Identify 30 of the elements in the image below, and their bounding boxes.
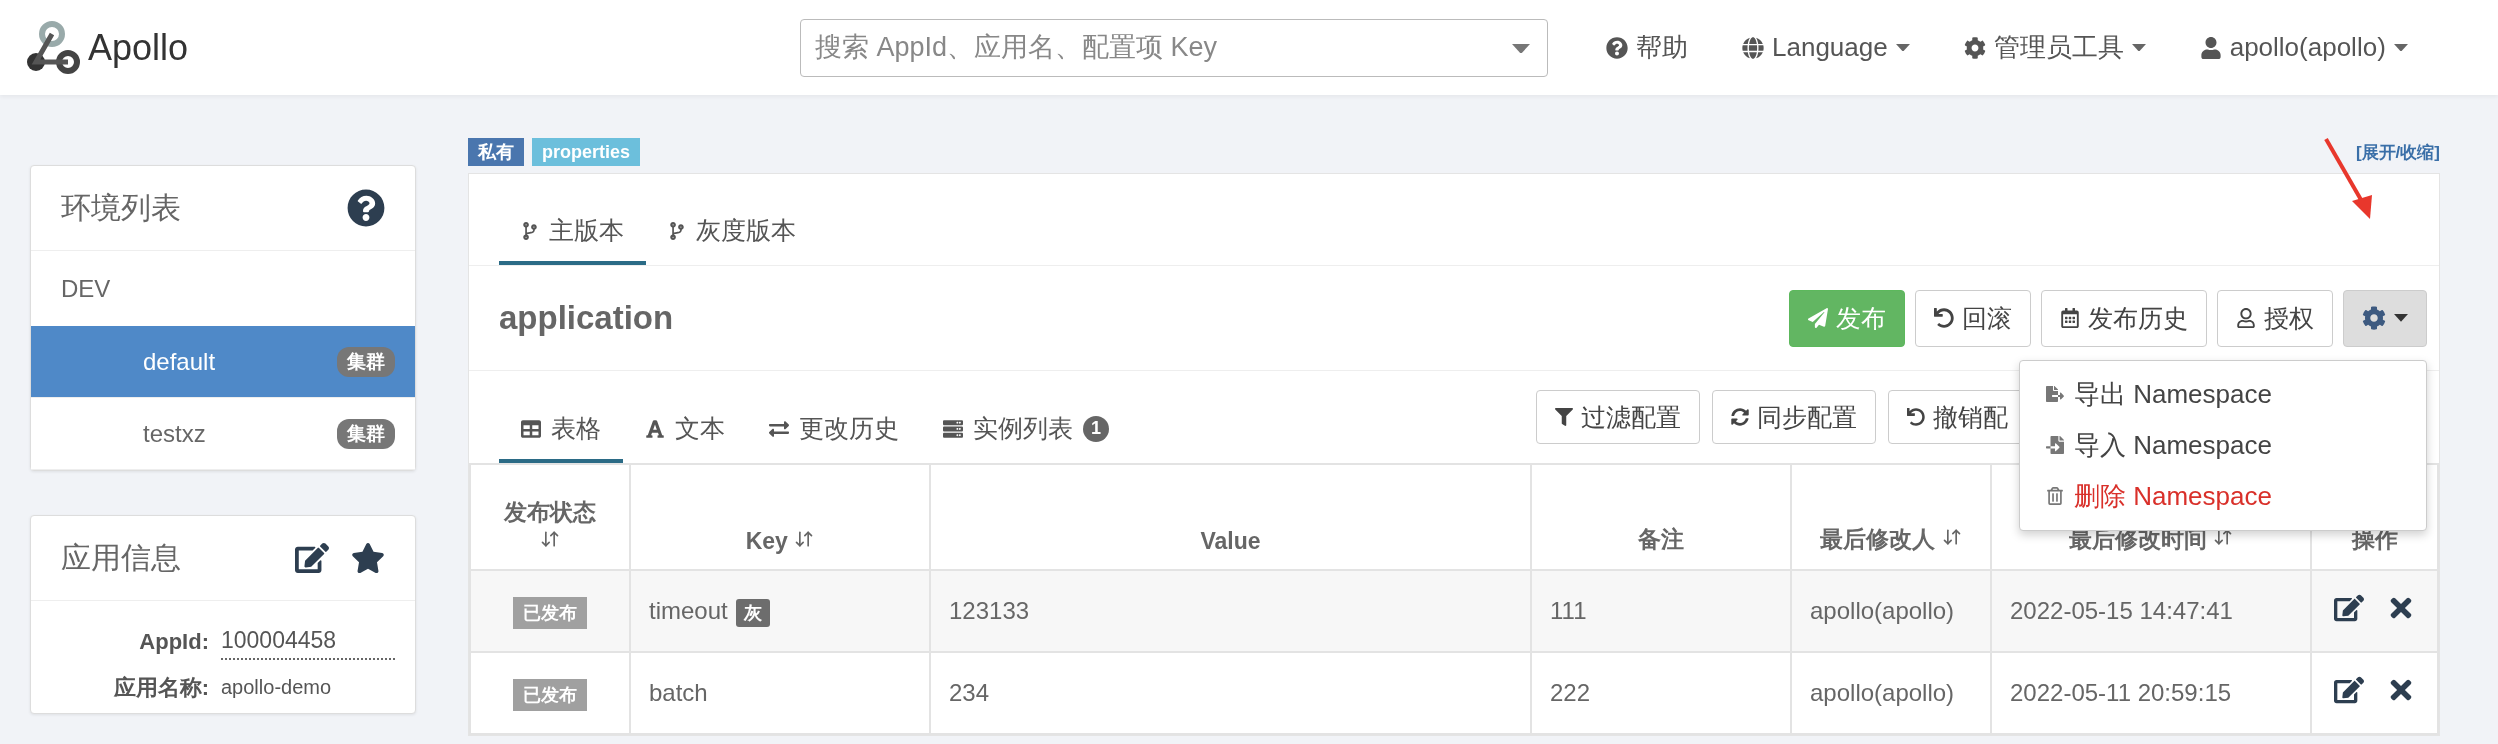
tag: properties <box>532 138 641 166</box>
cluster-badge: 集群 <box>337 346 395 377</box>
field-label: AppId: <box>138 628 210 655</box>
field-label: 应用名称: <box>112 673 210 702</box>
status-badge: 已发布 <box>513 597 587 629</box>
logo-text: Apollo <box>88 26 189 69</box>
table-cell: 234 <box>930 652 1531 734</box>
table-cell: 111 <box>1531 570 1791 652</box>
table-cell: 123133 <box>930 570 1531 652</box>
column-header: Value <box>930 464 1531 570</box>
status-badge: 已发布 <box>513 679 587 711</box>
table-cell: 2022-05-15 14:47:41 <box>1991 570 2311 652</box>
field-value: apollo-demo <box>221 675 333 700</box>
table-cell: timeout <box>649 597 728 624</box>
table-cell: apollo(apollo) <box>1791 570 1991 652</box>
tag: 私有 <box>468 138 524 166</box>
cluster-name: testxz <box>143 419 206 448</box>
table-cell: batch <box>649 679 708 706</box>
cluster-badge: 集群 <box>337 418 395 449</box>
table-cell: 222 <box>1531 652 1791 734</box>
panel-title: 环境列表 <box>61 189 181 226</box>
table-cell: 2022-05-11 20:59:15 <box>1991 652 2311 734</box>
field-value: 100004458 <box>221 623 395 660</box>
panel-title: 应用信息 <box>61 539 181 576</box>
cluster-name: default <box>143 347 216 376</box>
namespace-name: application <box>499 299 674 337</box>
env-item: DEV <box>60 273 112 304</box>
canary-badge: 灰 <box>735 599 770 627</box>
count-badge: 1 <box>1083 415 1109 442</box>
table-cell: apollo(apollo) <box>1791 652 1991 734</box>
